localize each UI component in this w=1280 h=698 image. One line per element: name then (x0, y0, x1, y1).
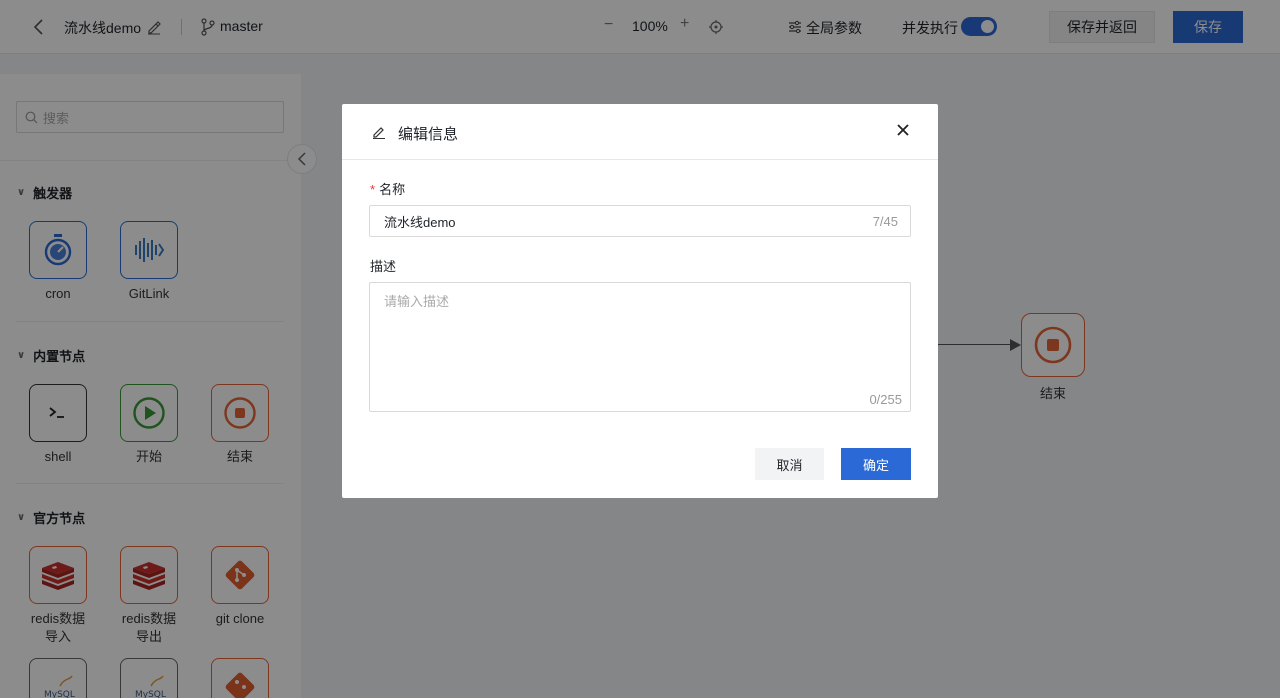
close-icon[interactable] (894, 121, 912, 139)
description-placeholder: 请输入描述 (384, 294, 450, 309)
cancel-button[interactable]: 取消 (755, 448, 824, 480)
name-label: * 名称 (370, 182, 406, 197)
dialog-title: 编辑信息 (398, 126, 459, 143)
description-label: 描述 (370, 259, 397, 274)
edit-info-dialog: 编辑信息 * 名称 流水线demo 7/45 描述 请输入描述 0/255 取消 … (342, 104, 938, 498)
dialog-header: 编辑信息 (342, 104, 938, 160)
description-textarea[interactable]: 请输入描述 0/255 (369, 282, 911, 412)
name-input[interactable]: 流水线demo 7/45 (369, 205, 911, 237)
name-value: 流水线demo (384, 214, 456, 230)
name-char-count: 7/45 (872, 213, 898, 229)
confirm-button[interactable]: 确定 (841, 448, 911, 480)
required-mark: * (370, 182, 376, 197)
edit-icon (373, 127, 385, 139)
description-char-count: 0/255 (869, 392, 902, 407)
